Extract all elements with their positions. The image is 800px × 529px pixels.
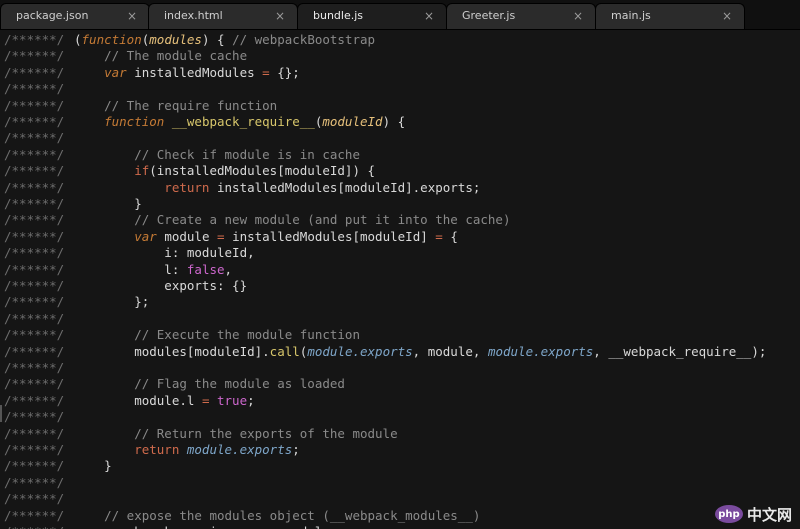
code-text: exports: {}: [74, 278, 248, 293]
gutter-prefix: /******/: [4, 97, 65, 113]
code-text: l: false,: [74, 261, 233, 277]
gutter-prefix: /******/: [4, 196, 65, 211]
code-text: }: [74, 458, 112, 474]
gutter-prefix: /******/: [4, 212, 65, 228]
code-text: i: moduleId,: [74, 245, 255, 261]
watermark: php 中文网: [714, 503, 792, 525]
close-icon[interactable]: ×: [127, 4, 137, 28]
code-text: // Execute the module function: [74, 327, 360, 343]
gutter-prefix: /******/: [4, 376, 65, 392]
gutter-prefix: /******/: [4, 278, 65, 293]
gutter-prefix: /******/: [4, 327, 65, 343]
code-text: var installedModules = {};: [74, 64, 300, 80]
code-text: (function(modules) { // webpackBootstrap: [74, 32, 376, 47]
gutter-prefix: /******/: [4, 425, 65, 441]
gutter-prefix: /******/: [4, 130, 65, 146]
code-text: // The require function: [74, 97, 278, 113]
close-icon[interactable]: ×: [573, 4, 583, 28]
gutter-prefix: /******/: [4, 163, 65, 179]
code-text: // Check if module is in cache: [74, 146, 360, 162]
code-text: modules[moduleId].call(module.exports, m…: [74, 343, 767, 359]
code-text: module.l = true;: [74, 392, 255, 408]
gutter-prefix: /******/: [4, 146, 65, 162]
tab-label: main.js: [611, 9, 651, 22]
gutter-prefix: /******/: [4, 392, 65, 408]
gutter-prefix: /******/: [4, 458, 65, 474]
line-marker: [0, 405, 2, 422]
tab-label: Greeter.js: [462, 9, 516, 22]
code-text: // Create a new module (and put it into …: [74, 212, 511, 228]
gutter-prefix: /******/: [4, 294, 65, 310]
tab-package-json[interactable]: package.json ×: [0, 3, 150, 29]
tab-bar: package.json × index.html × bundle.js × …: [0, 0, 800, 30]
php-logo-icon: php: [714, 505, 743, 523]
gutter-prefix: /******/: [4, 491, 65, 507]
code-text: }: [74, 196, 142, 211]
gutter-prefix: /******/: [4, 114, 65, 129]
close-icon[interactable]: ×: [424, 4, 434, 28]
code-text: __webpack_require__.m = modules;: [74, 524, 345, 529]
code-text: return module.exports;: [74, 442, 300, 457]
tab-index-html[interactable]: index.html ×: [148, 3, 298, 29]
gutter-prefix: /******/: [4, 179, 65, 195]
tab-greeter-js[interactable]: Greeter.js ×: [446, 3, 596, 29]
code-text: if(installedModules[moduleId]) {: [74, 163, 376, 179]
tab-main-js[interactable]: main.js ×: [595, 3, 745, 29]
tab-bundle-js[interactable]: bundle.js ×: [297, 3, 447, 29]
close-icon[interactable]: ×: [275, 4, 285, 28]
gutter-prefix: /******/: [4, 524, 64, 529]
tab-label: index.html: [164, 9, 223, 22]
gutter-prefix: /******/: [4, 343, 65, 359]
gutter-prefix: /******/: [4, 48, 65, 64]
code-text: };: [74, 294, 150, 310]
gutter-prefix: /******/: [4, 507, 65, 523]
tab-label: package.json: [16, 9, 89, 22]
gutter-prefix: /******/: [4, 32, 65, 47]
code-editor[interactable]: /******/ (function(modules) { // webpackB…: [0, 30, 800, 529]
gutter-prefix: /******/: [4, 360, 65, 375]
code-text: // Flag the module as loaded: [74, 376, 345, 392]
tab-label: bundle.js: [313, 9, 364, 22]
code-text: return installedModules[moduleId].export…: [74, 179, 481, 195]
code-text: // The module cache: [74, 48, 248, 64]
gutter-prefix: /******/: [4, 64, 65, 80]
gutter-prefix: /******/: [4, 409, 65, 425]
gutter-prefix: /******/: [4, 261, 65, 277]
gutter-prefix: /******/: [4, 474, 65, 490]
code-text: var module = installedModules[moduleId] …: [74, 228, 458, 244]
code-text: function __webpack_require__(moduleId) {: [74, 114, 406, 129]
gutter-prefix: /******/: [4, 228, 65, 244]
gutter-prefix: /******/: [4, 245, 65, 261]
code-text: // Return the exports of the module: [74, 425, 398, 441]
gutter-prefix: /******/: [4, 81, 65, 97]
gutter-prefix: /******/: [4, 442, 65, 457]
close-icon[interactable]: ×: [722, 4, 732, 28]
code-text: // expose the modules object (__webpack_…: [74, 507, 481, 523]
watermark-text: 中文网: [746, 505, 792, 524]
gutter-prefix: /******/: [4, 310, 65, 326]
